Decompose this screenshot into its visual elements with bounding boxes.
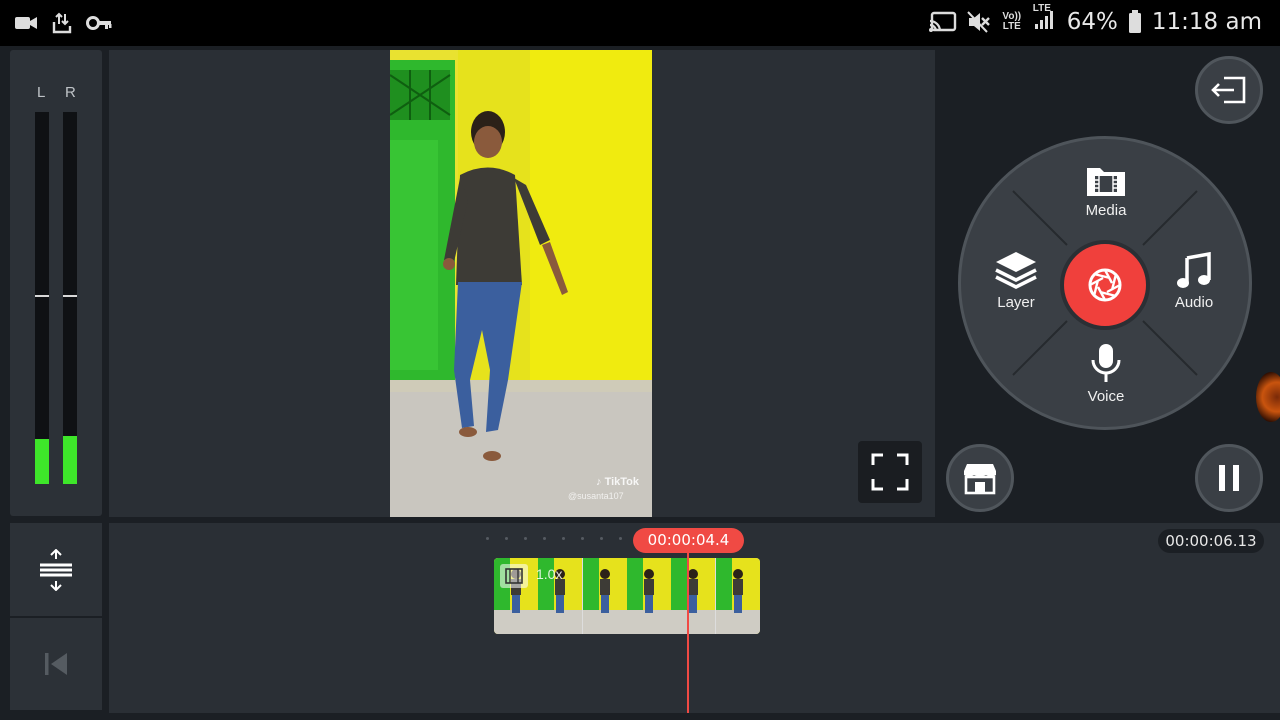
wheel-audio-label: Audio — [1174, 294, 1214, 311]
store-icon — [964, 464, 996, 495]
microphone-icon — [1091, 344, 1121, 382]
meter-left-bar — [35, 112, 49, 484]
clip-thumbnail — [582, 558, 627, 634]
video-frame-image — [390, 50, 652, 517]
tiktok-watermark-user: @susanta107 — [568, 491, 624, 501]
lte-signal-group: LTE — [1033, 4, 1057, 35]
clock: 11:18 am — [1151, 8, 1262, 35]
meter-right-peak — [63, 295, 77, 297]
meter-left-label: L — [37, 84, 46, 101]
wheel-media-button[interactable]: Media — [1078, 164, 1134, 219]
battery-percent: 64% — [1066, 8, 1118, 35]
meter-right-level — [63, 435, 77, 484]
total-duration: 00:00:06.13 — [1158, 529, 1264, 553]
meter-right-bar — [63, 112, 77, 484]
asset-store-button[interactable] — [946, 444, 1014, 512]
battery-icon — [1128, 9, 1141, 33]
timeline-adjust-button[interactable] — [10, 523, 102, 616]
status-icons-right: Vo)) LTE LTE 64% 11:18 am — [928, 4, 1262, 35]
wheel-voice-label: Voice — [1087, 388, 1125, 405]
wheel-layer-label: Layer — [997, 294, 1035, 311]
timeline-adjust-icon — [40, 548, 72, 591]
audio-level-meter: L R — [10, 50, 102, 516]
skip-to-start-icon — [45, 653, 67, 675]
pause-button[interactable] — [1195, 444, 1263, 512]
edge-floating-widget[interactable] — [1256, 372, 1280, 422]
status-bar: Vo)) LTE LTE 64% 11:18 am — [0, 0, 1280, 46]
record-button[interactable] — [1060, 240, 1150, 330]
video-preview[interactable] — [390, 50, 652, 517]
media-folder-icon — [1087, 168, 1125, 196]
wheel-audio-button[interactable]: Audio — [1168, 252, 1220, 311]
current-time-indicator[interactable]: 00:00:04.4 — [633, 528, 744, 553]
data-transfer-icon — [52, 12, 72, 34]
fullscreen-icon — [871, 453, 909, 491]
wheel-voice-button[interactable]: Voice — [1080, 342, 1132, 405]
video-clip[interactable] — [494, 558, 760, 634]
skip-to-start-button[interactable] — [10, 618, 102, 710]
clip-type-icon — [500, 564, 528, 588]
tiktok-watermark-brand: TikTok — [604, 476, 639, 488]
clip-thumbnail — [671, 558, 716, 634]
video-camera-icon — [15, 17, 37, 29]
meter-left-level — [35, 439, 49, 484]
timeline-ruler — [486, 537, 622, 540]
meter-left-peak — [35, 295, 49, 297]
layers-icon — [995, 252, 1037, 289]
key-icon — [86, 16, 112, 30]
meter-right-label: R — [65, 84, 76, 101]
lte-icon: LTE — [1032, 3, 1051, 14]
clip-thumbnail — [715, 558, 760, 634]
cast-icon — [928, 11, 956, 32]
mute-icon — [967, 10, 990, 33]
wheel-media-label: Media — [1085, 202, 1127, 219]
pause-icon — [1219, 465, 1239, 491]
fullscreen-button[interactable] — [858, 441, 922, 503]
tiktok-watermark: ♪ TikTok — [596, 476, 639, 488]
status-icons-left — [14, 12, 112, 34]
clip-thumbnail — [626, 558, 671, 634]
playhead[interactable] — [687, 540, 689, 713]
clip-speed-label: 1.0x — [536, 566, 563, 582]
volte-icon: Vo)) LTE — [1002, 10, 1022, 32]
exit-button[interactable] — [1195, 56, 1263, 124]
exit-icon — [1211, 76, 1246, 104]
wheel-layer-button[interactable]: Layer — [990, 250, 1042, 311]
music-note-icon — [1177, 252, 1211, 288]
camera-shutter-icon — [1088, 268, 1122, 302]
